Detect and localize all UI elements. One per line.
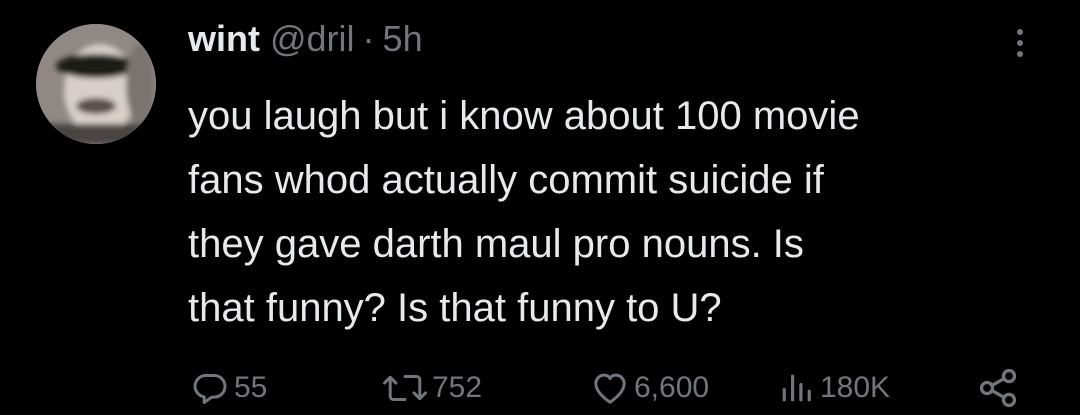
tweet-header: wint @dril · 5h bbox=[188, 18, 423, 70]
avatar-image bbox=[36, 24, 156, 144]
share-button[interactable] bbox=[976, 366, 1020, 410]
heart-icon bbox=[594, 373, 626, 404]
retweet-icon bbox=[382, 375, 428, 401]
retweet-count: 752 bbox=[432, 371, 483, 404]
more-options-button[interactable] bbox=[1004, 22, 1036, 64]
more-dot bbox=[1017, 29, 1023, 35]
retweet-button[interactable]: 752 bbox=[382, 366, 482, 410]
tweet-text-line: you laugh but i know about 100 movie bbox=[188, 94, 860, 138]
more-dot bbox=[1017, 51, 1023, 57]
tweet-actions: 55 752 6,600 180K bbox=[0, 366, 1080, 410]
reply-button[interactable]: 55 bbox=[190, 366, 267, 410]
reply-icon bbox=[193, 374, 227, 404]
more-dot bbox=[1017, 40, 1023, 46]
author-name[interactable]: wint bbox=[188, 18, 260, 60]
tweet-text: you laugh but i know about 100 movie fan… bbox=[188, 84, 1048, 340]
tweet-text-line: fans whod actually commit suicide if bbox=[188, 158, 824, 202]
reply-count: 55 bbox=[234, 371, 268, 404]
views-count: 180K bbox=[820, 371, 891, 404]
views-button[interactable]: 180K bbox=[776, 366, 890, 410]
like-button[interactable]: 6,600 bbox=[590, 366, 709, 410]
separator-dot: · bbox=[362, 18, 375, 59]
avatar[interactable] bbox=[36, 24, 156, 144]
tweet-text-line: they gave darth maul pro nouns. Is bbox=[188, 222, 804, 266]
views-icon bbox=[782, 374, 811, 402]
tweet-text-line: that funny? Is that funny to U? bbox=[188, 286, 722, 330]
like-count: 6,600 bbox=[634, 371, 710, 404]
share-icon bbox=[979, 368, 1017, 408]
tweet-timestamp[interactable]: 5h bbox=[383, 18, 423, 60]
author-handle[interactable]: @dril bbox=[270, 18, 355, 60]
